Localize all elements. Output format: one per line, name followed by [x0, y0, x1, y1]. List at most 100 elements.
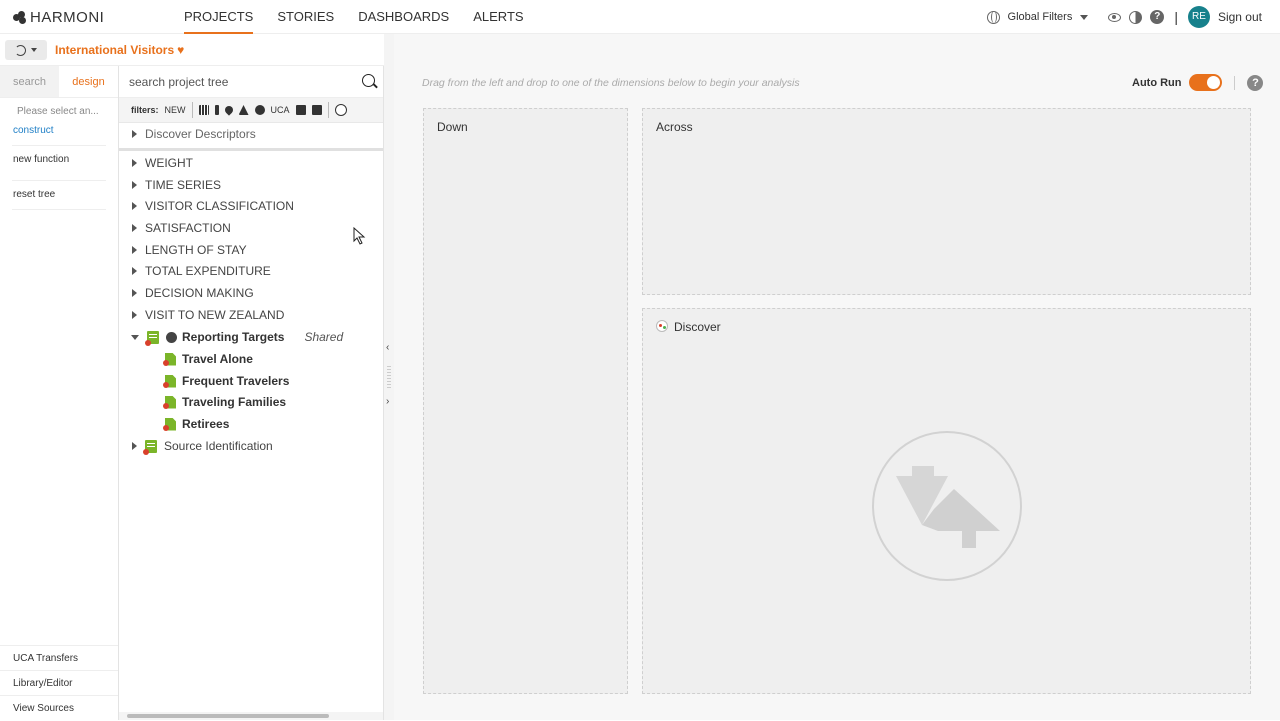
search-input[interactable]: [129, 72, 349, 92]
collapse-icon[interactable]: [131, 334, 139, 340]
tree-leaf[interactable]: Traveling Families: [163, 391, 286, 413]
scale-filter-icon[interactable]: [238, 105, 249, 115]
tree-node-label: VISIT TO NEW ZEALAND: [145, 308, 285, 322]
avatar[interactable]: RE: [1187, 6, 1210, 28]
folder-list-icon: [143, 439, 157, 455]
search-icon[interactable]: [362, 74, 375, 87]
expand-icon[interactable]: [132, 289, 137, 297]
expand-icon[interactable]: [132, 224, 137, 232]
chevron-left-icon[interactable]: ‹: [386, 342, 389, 353]
panel-splitter[interactable]: ‹ ›: [384, 34, 394, 720]
across-drop-zone[interactable]: Across: [642, 108, 1251, 295]
contrast-icon[interactable]: [1129, 10, 1143, 24]
left-panel: search design Please select an... constr…: [0, 66, 119, 720]
tree-node-label: Discover Descriptors: [145, 127, 256, 141]
tree-leaf[interactable]: Retirees: [163, 413, 229, 435]
chevron-down-icon: [31, 48, 37, 52]
shared-badge: Shared: [304, 330, 344, 344]
expand-icon[interactable]: [132, 246, 137, 254]
expand-icon[interactable]: [132, 311, 137, 319]
tree-node-source-identification[interactable]: Source Identification: [119, 435, 273, 457]
chevron-down-icon[interactable]: [1080, 14, 1089, 20]
tree-node-label: LENGTH OF STAY: [145, 243, 247, 257]
view-sources-link[interactable]: View Sources: [0, 695, 118, 720]
new-function-link[interactable]: new function: [13, 150, 118, 170]
bar-filter-icon[interactable]: [214, 105, 219, 115]
expand-icon[interactable]: [132, 267, 137, 275]
project-title-text: International Visitors: [55, 43, 175, 57]
help-icon[interactable]: ?: [1150, 10, 1165, 24]
tree-node-reporting-targets[interactable]: Reporting Targets Shared: [119, 326, 343, 348]
heart-icon[interactable]: ♥: [177, 43, 184, 57]
target-file-icon: [163, 418, 176, 431]
expand-icon[interactable]: [132, 181, 137, 189]
project-title[interactable]: International Visitors ♥: [55, 43, 184, 57]
tree-node[interactable]: DECISION MAKING: [119, 282, 254, 304]
expand-icon[interactable]: [132, 159, 137, 167]
drag-handle[interactable]: [387, 364, 391, 388]
pin-filter-icon[interactable]: [222, 104, 235, 116]
tree-node[interactable]: SATISFACTION: [119, 217, 231, 239]
grid-filter-icon[interactable]: [198, 105, 209, 115]
harmoni-logo[interactable]: HARMONI: [13, 9, 104, 26]
eye-icon[interactable]: [1108, 12, 1122, 22]
user-filter-icon[interactable]: [254, 105, 265, 115]
project-header: International Visitors ♥: [0, 34, 384, 66]
main-nav: PROJECTS STORIES DASHBOARDS ALERTS: [172, 0, 536, 34]
select-dropdown[interactable]: Please select an...: [17, 106, 118, 117]
discover-placeholder-icon: [872, 431, 1022, 581]
divider: [12, 180, 106, 181]
target-file-icon: [163, 353, 176, 366]
global-filters-button[interactable]: Global Filters: [1008, 11, 1073, 23]
folder-list-icon: [145, 330, 159, 346]
tree-leaf[interactable]: Travel Alone: [163, 348, 253, 370]
toggle-filter-icon[interactable]: [334, 104, 347, 116]
reset-tree-link[interactable]: reset tree: [13, 185, 118, 205]
chevron-right-icon[interactable]: ›: [386, 396, 389, 407]
history-button[interactable]: [5, 40, 47, 60]
tab-stories[interactable]: STORIES: [265, 0, 346, 34]
tab-dashboards[interactable]: DASHBOARDS: [346, 0, 461, 34]
tree-node[interactable]: VISIT TO NEW ZEALAND: [119, 304, 284, 326]
auto-run-toggle[interactable]: [1189, 74, 1223, 91]
tab-search[interactable]: search: [0, 66, 59, 97]
tree-node[interactable]: WEIGHT: [119, 152, 193, 174]
tree-node[interactable]: LENGTH OF STAY: [119, 239, 247, 261]
down-zone-title: Down: [437, 120, 468, 134]
help-icon[interactable]: ?: [1247, 74, 1264, 91]
uca-transfers-link[interactable]: UCA Transfers: [0, 645, 118, 670]
tab-projects[interactable]: PROJECTS: [172, 0, 265, 34]
tab-alerts[interactable]: ALERTS: [461, 0, 535, 34]
user-icon: [166, 331, 177, 343]
expand-icon[interactable]: [132, 202, 137, 210]
tree-search: [119, 66, 383, 98]
horizontal-scrollbar[interactable]: [119, 712, 383, 720]
filter-new[interactable]: NEW: [165, 105, 186, 115]
library-editor-link[interactable]: Library/Editor: [0, 670, 118, 695]
globe-icon[interactable]: [986, 10, 1000, 24]
tree-node[interactable]: VISITOR CLASSIFICATION: [119, 195, 294, 217]
tree-node-label: Reporting Targets: [182, 330, 285, 344]
divider: [12, 145, 106, 146]
tree-node[interactable]: Discover Descriptors: [119, 123, 256, 145]
tree-leaf-label: Traveling Families: [182, 395, 287, 409]
tab-design[interactable]: design: [59, 66, 118, 97]
tree-node[interactable]: TIME SERIES: [119, 174, 221, 196]
down-drop-zone[interactable]: Down: [423, 108, 628, 694]
construct-link[interactable]: construct: [13, 121, 118, 141]
left-tabs: search design: [0, 66, 118, 98]
signout-link[interactable]: Sign out: [1218, 10, 1262, 24]
top-right-controls: Global Filters ? | RE Sign out: [986, 0, 1262, 34]
discover-zone-title: Discover: [656, 320, 721, 334]
filter-uca[interactable]: UCA: [271, 105, 290, 115]
folder-filter-icon[interactable]: [295, 105, 306, 115]
expand-icon[interactable]: [132, 130, 137, 138]
discover-drop-zone[interactable]: Discover: [642, 308, 1251, 694]
auto-run-label: Auto Run: [1132, 76, 1182, 89]
project-tree-panel: filters: NEW UCA Discover Descriptors WE…: [119, 66, 384, 720]
tree-leaf[interactable]: Frequent Travelers: [163, 370, 289, 392]
expand-icon[interactable]: [132, 442, 137, 450]
tree-node[interactable]: TOTAL EXPENDITURE: [119, 260, 271, 282]
stack-filter-icon[interactable]: [311, 105, 322, 115]
tree-leaf-label: Travel Alone: [182, 352, 253, 366]
